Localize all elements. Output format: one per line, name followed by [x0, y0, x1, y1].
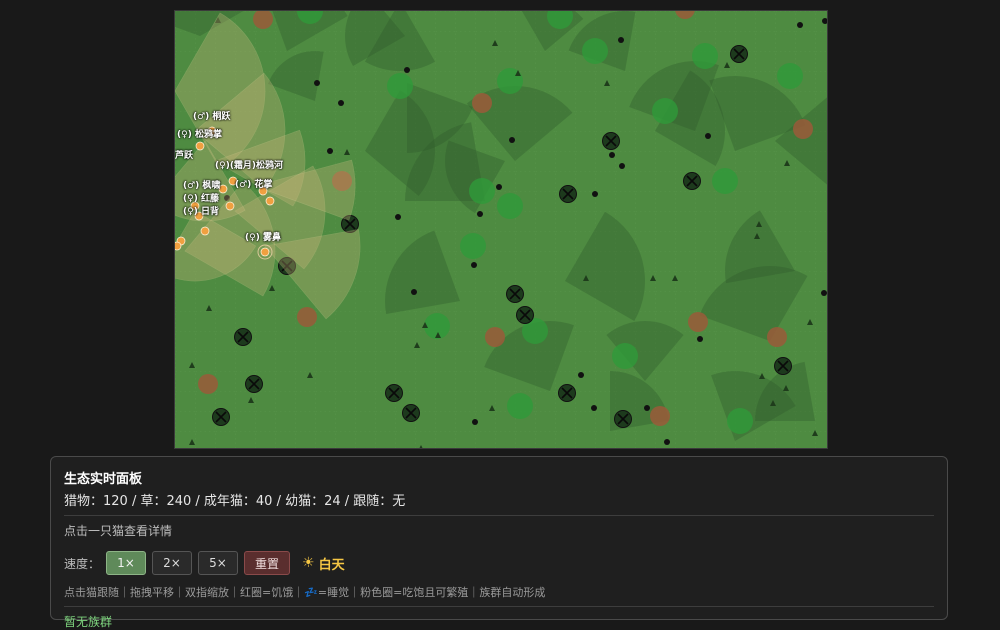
- prey-dot: [578, 372, 584, 378]
- sun-icon: ☀: [302, 555, 315, 571]
- cat: [265, 196, 275, 206]
- grass-bush: [692, 43, 718, 69]
- speed-5x-button[interactable]: 5×: [198, 551, 239, 575]
- divider: [64, 606, 934, 607]
- grass-bush: [727, 408, 753, 434]
- population-stats: 猎物：120 / 草：240 / 成年猫：40 / 幼猫：24 / 跟随：无: [64, 494, 406, 509]
- dirt-patch: [198, 374, 218, 394]
- prey-dot: [404, 67, 410, 73]
- cat-name-label[interactable]: (♀)(霜月)松鸦河: [215, 158, 283, 171]
- grass-bush: [777, 63, 803, 89]
- grass-bush: [652, 98, 678, 124]
- cat: [175, 241, 182, 251]
- prey-dot: [395, 214, 401, 220]
- cat-name-label[interactable]: (♀) 雾鼻: [245, 230, 281, 243]
- speed-controls: 速度： 1× 2× 5× 重置 ☀ 白天: [64, 551, 934, 575]
- cat: [225, 201, 235, 211]
- cat-name-label[interactable]: (♂) 桐跃: [193, 109, 230, 122]
- prey-dot: [472, 419, 478, 425]
- prey-dot: [509, 137, 515, 143]
- prey-dot: [664, 439, 670, 445]
- speed-1x-button[interactable]: 1×: [106, 551, 147, 575]
- grass-bush: [460, 233, 486, 259]
- prey-dot: [618, 37, 624, 43]
- cat: [195, 141, 205, 151]
- reset-button[interactable]: 重置: [244, 551, 291, 575]
- cat-name-label[interactable]: (♀) 红藤: [183, 191, 219, 204]
- dirt-patch: [297, 307, 317, 327]
- prey-dot: [411, 289, 417, 295]
- prey-dot: [609, 152, 615, 158]
- daytime-indicator: ☀ 白天: [302, 554, 345, 573]
- prey-dot: [705, 133, 711, 139]
- grass-bush: [497, 193, 523, 219]
- prey-dot: [327, 148, 333, 154]
- clan-status: 暂无族群: [64, 615, 113, 629]
- prey-dot: [644, 405, 650, 411]
- dirt-patch: [485, 327, 505, 347]
- cat-name-label[interactable]: (♀) 松鸦掌: [177, 127, 222, 140]
- prey-dot: [477, 211, 483, 217]
- prey-dot: [619, 163, 625, 169]
- dirt-patch: [767, 327, 787, 347]
- cat-name-label[interactable]: 芦跃: [175, 148, 193, 161]
- cat: [260, 247, 270, 257]
- grass-bush: [507, 393, 533, 419]
- prey-dot: [314, 80, 320, 86]
- ecosystem-panel: 生态实时面板 猎物：120 / 草：240 / 成年猫：40 / 幼猫：24 /…: [50, 456, 948, 629]
- dirt-patch: [688, 312, 708, 332]
- grass-bush: [582, 38, 608, 64]
- panel-title: 生态实时面板: [64, 472, 143, 487]
- prey-dot: [697, 336, 703, 342]
- prey-dot: [338, 100, 344, 106]
- divider: [64, 515, 934, 516]
- prey-dot: [821, 290, 827, 296]
- grass-bush: [469, 178, 495, 204]
- cat-name-label[interactable]: (♂) 枫啸: [183, 178, 220, 191]
- dirt-patch: [472, 93, 492, 113]
- grass-bush: [387, 73, 413, 99]
- speed-2x-button[interactable]: 2×: [152, 551, 193, 575]
- cat-name-label[interactable]: (♀) 日背: [183, 204, 219, 217]
- dirt-patch: [793, 119, 813, 139]
- speed-label: 速度：: [64, 556, 101, 571]
- grass-bush: [497, 68, 523, 94]
- grass-bush: [712, 168, 738, 194]
- controls-legend: 点击猫跟随｜拖拽平移｜双指缩放｜红圈=饥饿｜💤=睡觉｜粉色圈=吃饱且可繁殖｜族群…: [64, 586, 546, 599]
- prey-dot: [592, 191, 598, 197]
- cat-name-label[interactable]: (♂) 花掌: [235, 177, 272, 190]
- cat: [200, 226, 210, 236]
- selection-hint: 点击一只猫查看详情: [64, 524, 173, 538]
- prey-dot: [496, 184, 502, 190]
- grass-bush: [612, 343, 638, 369]
- prey-dot: [797, 22, 803, 28]
- dirt-patch: [650, 406, 670, 426]
- ecosystem-map[interactable]: (♂) 桐跃 (♀)(霜月)松鸦河 (♂) 花掌 (♂) 枫啸 (♀) 红藤 (♀) 日背…: [174, 10, 828, 449]
- prey-dot: [591, 405, 597, 411]
- daytime-label: 白天: [318, 557, 345, 573]
- prey-dot: [471, 262, 477, 268]
